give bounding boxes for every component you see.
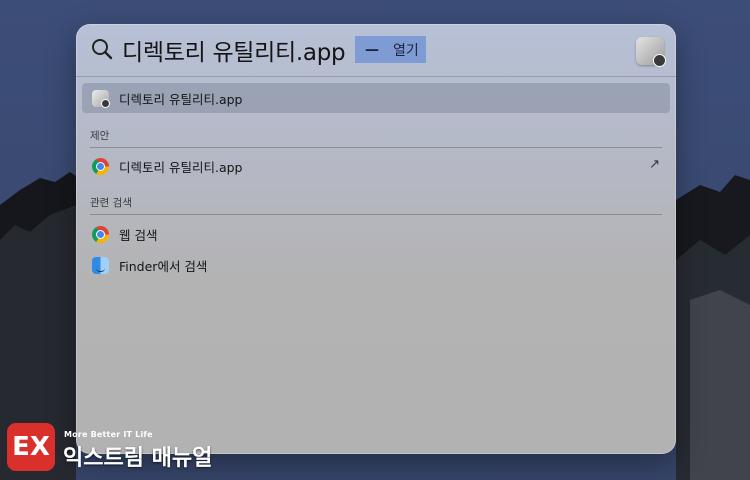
related-row-finder-search[interactable]: Finder에서 검색	[82, 250, 670, 280]
open-label: 열기	[393, 42, 419, 59]
search-input[interactable]: 디렉토리 유틸리티.app	[122, 33, 346, 67]
related-label: 웹 검색	[119, 227, 158, 243]
suggestion-label: 디렉토리 유틸리티.app	[119, 159, 243, 175]
section-title-suggestions: 제안	[90, 130, 110, 142]
related-row-web-search[interactable]: 웹 검색	[82, 219, 670, 249]
chrome-icon	[92, 225, 109, 243]
chrome-icon	[92, 157, 109, 175]
watermark-title: 익스트림 매뉴얼	[63, 446, 213, 471]
section-title-related: 관련 검색	[90, 197, 132, 209]
watermark-logo: EX	[7, 423, 55, 471]
search-icon	[92, 39, 113, 60]
directory-utility-icon	[92, 89, 110, 108]
open-dash: —	[365, 41, 379, 58]
top-hit-row[interactable]: 디렉토리 유틸리티.app	[82, 83, 670, 113]
suggestion-row[interactable]: 디렉토리 유틸리티.app ↗	[82, 151, 670, 181]
spotlight-window: 디렉토리 유틸리티.app — 열기 디렉토리 유틸리티.app 제안 디렉토리…	[76, 24, 676, 454]
open-hint[interactable]: — 열기	[355, 36, 426, 63]
watermark: EX More Better IT Life 익스트림 매뉴얼	[7, 423, 227, 473]
search-bar: 디렉토리 유틸리티.app — 열기	[76, 24, 676, 77]
watermark-subtitle: More Better IT Life	[64, 430, 153, 439]
finder-icon	[92, 256, 109, 274]
divider	[90, 214, 662, 215]
arrow-up-right-icon: ↗	[649, 157, 660, 172]
related-label: Finder에서 검색	[119, 258, 208, 274]
top-hit-label: 디렉토리 유틸리티.app	[119, 91, 243, 107]
divider	[90, 147, 662, 148]
directory-utility-icon	[636, 37, 666, 67]
